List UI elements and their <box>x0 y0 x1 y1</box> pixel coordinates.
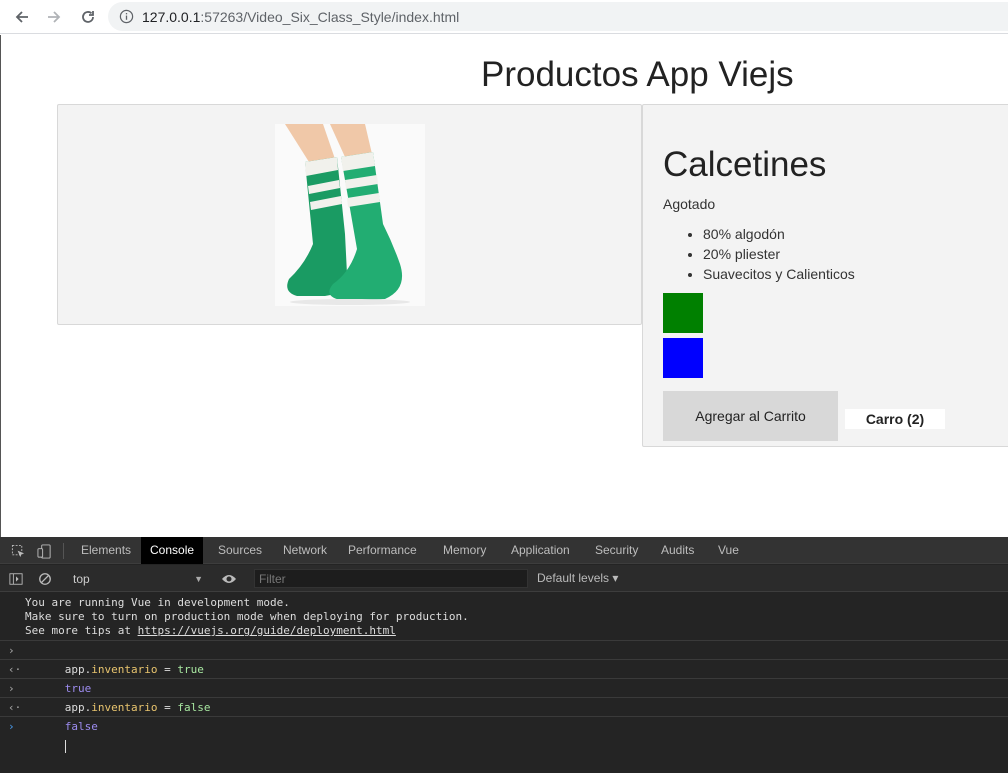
live-expression-eye-icon[interactable] <box>220 570 238 588</box>
tab-vue[interactable]: Vue <box>709 537 748 564</box>
tab-network[interactable]: Network <box>274 537 336 564</box>
console-result-entry: ‹· true <box>0 660 1008 695</box>
console-input-entry: › app.inventario = true <box>0 641 1008 676</box>
deployment-docs-link[interactable]: https://vuejs.org/guide/deployment.html <box>138 624 396 637</box>
tab-application[interactable]: Application <box>502 537 579 564</box>
tab-security[interactable]: Security <box>586 537 647 564</box>
context-selector[interactable]: top ▼ <box>73 570 203 588</box>
console-info-message: You are running Vue in development mode.… <box>0 593 1008 641</box>
product-info-panel: Calcetines Agotado 80% algodón 20% plies… <box>642 104 1008 447</box>
reload-button[interactable] <box>76 5 100 29</box>
back-button[interactable] <box>10 5 34 29</box>
tab-sources[interactable]: Sources <box>209 537 271 564</box>
tab-audits[interactable]: Audits <box>652 537 703 564</box>
detail-item: 20% pliester <box>703 244 855 264</box>
console-input-entry: › app.inventario = false <box>0 679 1008 714</box>
tab-elements[interactable]: Elements <box>72 537 140 564</box>
devtools-panel: Elements Console Sources Network Perform… <box>0 537 1008 773</box>
product-name: Calcetines <box>663 145 827 184</box>
tab-performance[interactable]: Performance <box>339 537 426 564</box>
sidebar-toggle-icon[interactable] <box>7 570 25 588</box>
url-host: 127.0.0.1 <box>142 8 201 25</box>
browser-toolbar: 127.0.0.1:57263/Video_Six_Class_Style/in… <box>0 0 1008 34</box>
text-caret <box>64 739 66 753</box>
console-toolbar: top ▼ Default levels ▾ <box>0 565 1008 592</box>
console-output: You are running Vue in development mode.… <box>0 593 1008 753</box>
info-icon[interactable] <box>118 9 134 25</box>
console-prompt[interactable]: › <box>0 717 1008 753</box>
reload-icon <box>82 11 94 23</box>
socks-product-image <box>275 124 425 306</box>
console-filter-input[interactable] <box>254 569 528 588</box>
detail-item: Suavecitos y Calienticos <box>703 264 855 284</box>
color-swatch-green[interactable] <box>663 293 703 333</box>
inspect-element-icon[interactable] <box>9 542 27 560</box>
product-details-list: 80% algodón 20% pliester Suavecitos y Ca… <box>683 224 855 284</box>
prompt-chevron-icon: › <box>8 720 15 733</box>
stock-status: Agotado <box>663 196 716 212</box>
forward-arrow-icon <box>48 11 61 23</box>
dropdown-arrow-icon: ▼ <box>194 574 203 584</box>
url-path: :57263/Video_Six_Class_Style/index.html <box>200 8 460 25</box>
add-to-cart-button[interactable]: Agregar al Carrito <box>663 391 838 441</box>
clear-console-icon[interactable] <box>36 570 54 588</box>
device-toolbar-icon[interactable] <box>35 542 53 560</box>
page-title: Productos App Viejs <box>481 55 794 94</box>
info-line: Make sure to turn on production mode whe… <box>25 610 469 623</box>
color-swatch-blue[interactable] <box>663 338 703 378</box>
console-result-entry: ‹· false <box>0 698 1008 733</box>
info-line: See more tips at https://vuejs.org/guide… <box>25 624 396 637</box>
product-image-panel <box>57 104 642 325</box>
devtools-tab-bar: Elements Console Sources Network Perform… <box>0 537 1008 564</box>
result-arrow-icon: ‹· <box>8 701 22 714</box>
result-arrow-icon: ‹· <box>8 663 22 676</box>
detail-item: 80% algodón <box>703 224 855 244</box>
log-levels-dropdown[interactable]: Default levels ▾ <box>537 571 618 585</box>
page-viewport: Productos App Viejs Calcetines Agotado 8… <box>0 35 1008 537</box>
cart-counter: Carro (2) <box>845 409 945 429</box>
info-line: You are running Vue in development mode. <box>25 596 290 609</box>
toolbar-divider <box>63 543 64 559</box>
input-chevron-icon: › <box>8 682 15 695</box>
forward-button[interactable] <box>42 5 66 29</box>
input-chevron-icon: › <box>8 644 15 657</box>
tab-console[interactable]: Console <box>141 537 204 564</box>
context-value: top <box>73 572 90 586</box>
back-arrow-icon <box>15 11 28 23</box>
tab-memory[interactable]: Memory <box>434 537 495 564</box>
address-bar[interactable]: 127.0.0.1:57263/Video_Six_Class_Style/in… <box>108 2 1008 31</box>
